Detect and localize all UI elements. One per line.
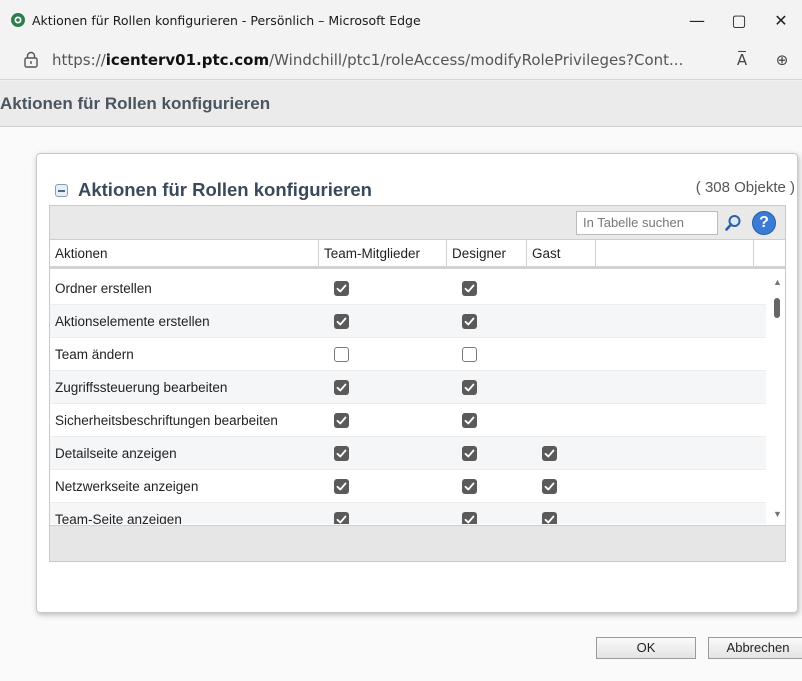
team-mitglieder-checkbox-unchecked[interactable]	[334, 346, 349, 362]
table-header-row: Aktionen Team-Mitglieder Designer Gast	[50, 240, 785, 269]
page-title: Aktionen für Rollen konfigurieren	[0, 93, 271, 113]
scroll-thumb[interactable]	[774, 298, 780, 318]
designer-checkbox-checked[interactable]	[462, 379, 477, 395]
gast-checkbox-checked[interactable]	[542, 445, 557, 461]
team-mitglieder-checkbox-checked[interactable]	[334, 412, 349, 428]
collapse-icon[interactable]	[55, 183, 68, 197]
action-name-cell: Team-Seite anzeigen	[55, 511, 182, 525]
column-header-team-mitglieder[interactable]: Team-Mitglieder	[319, 240, 447, 266]
object-count: ( 308 Objekte )	[695, 179, 795, 196]
team-mitglieder-checkbox-checked[interactable]	[334, 280, 349, 296]
designer-cell	[447, 511, 527, 524]
search-icon[interactable]	[721, 211, 745, 235]
vertical-scrollbar[interactable]: ▲ ▼	[769, 272, 785, 524]
gast-cell	[527, 511, 596, 524]
team-mitglieder-cell	[319, 313, 447, 329]
role-actions-panel: Aktionen für Rollen konfigurieren ( 308 …	[36, 153, 798, 613]
designer-cell	[447, 280, 527, 296]
action-name-cell: Aktionselemente erstellen	[55, 313, 210, 329]
window-title: Aktionen für Rollen konfigurieren - Pers…	[32, 12, 421, 28]
designer-cell	[447, 379, 527, 395]
table-row[interactable]: Team-Seite anzeigen	[50, 503, 766, 524]
cancel-button-label: Abbrechen	[726, 640, 790, 655]
designer-cell	[447, 445, 527, 461]
designer-checkbox-unchecked[interactable]	[462, 346, 477, 362]
windchill-app-icon	[10, 12, 26, 28]
team-mitglieder-cell	[319, 280, 447, 296]
designer-checkbox-checked[interactable]	[462, 313, 477, 329]
ok-button[interactable]: OK	[596, 637, 696, 659]
table-row[interactable]: Ordner erstellen	[50, 272, 766, 305]
team-mitglieder-cell	[319, 379, 447, 395]
column-header-filler	[754, 240, 785, 266]
browser-titlebar: Aktionen für Rollen konfigurieren - Pers…	[0, 0, 802, 40]
team-mitglieder-cell	[319, 445, 447, 461]
action-name-cell: Team ändern	[55, 346, 134, 362]
team-mitglieder-cell	[319, 412, 447, 428]
table-search-input[interactable]: In Tabelle suchen	[576, 211, 718, 235]
table-row[interactable]: Sicherheitsbeschriftungen bearbeiten	[50, 404, 766, 437]
designer-checkbox-checked[interactable]	[462, 511, 477, 524]
action-name-cell: Sicherheitsbeschriftungen bearbeiten	[55, 412, 278, 428]
table-footer	[50, 525, 785, 561]
zoom-icon[interactable]: ⊕	[762, 51, 802, 69]
cancel-button[interactable]: Abbrechen	[708, 637, 802, 659]
gast-cell	[527, 445, 596, 461]
action-name-cell: Netzwerkseite anzeigen	[55, 478, 199, 494]
close-button[interactable]: ✕	[760, 0, 802, 40]
ok-button-label: OK	[636, 640, 656, 655]
table-toolbar: In Tabelle suchen ?	[50, 206, 785, 240]
action-name-cell: Ordner erstellen	[55, 280, 152, 296]
team-mitglieder-cell	[319, 511, 447, 524]
page-header: Aktionen für Rollen konfigurieren	[0, 81, 802, 127]
designer-checkbox-checked[interactable]	[462, 478, 477, 494]
maximize-button[interactable]: ▢	[718, 0, 760, 40]
designer-cell	[447, 313, 527, 329]
minimize-button[interactable]: —	[676, 0, 718, 40]
url-field[interactable]: https://icenterv01.ptc.com/Windchill/ptc…	[52, 51, 722, 69]
column-header-aktionen[interactable]: Aktionen	[50, 240, 319, 266]
actions-table: In Tabelle suchen ? Aktionen Team-Mitgli…	[49, 205, 786, 562]
scroll-down-arrow-icon[interactable]: ▼	[773, 509, 782, 519]
gast-cell	[527, 478, 596, 494]
page-content: Aktionen für Rollen konfigurieren Aktion…	[0, 81, 802, 681]
panel-header: Aktionen für Rollen konfigurieren ( 308 …	[55, 176, 797, 204]
table-row[interactable]: Aktionselemente erstellen	[50, 305, 766, 338]
designer-checkbox-checked[interactable]	[462, 445, 477, 461]
read-aloud-icon[interactable]: A̅	[722, 51, 762, 69]
team-mitglieder-checkbox-checked[interactable]	[334, 445, 349, 461]
team-mitglieder-cell	[319, 478, 447, 494]
gast-checkbox-checked[interactable]	[542, 478, 557, 494]
team-mitglieder-checkbox-checked[interactable]	[334, 511, 349, 524]
table-body: Ordner erstellen Aktionselemente erstelle…	[50, 272, 766, 524]
team-mitglieder-checkbox-checked[interactable]	[334, 379, 349, 395]
designer-cell	[447, 346, 527, 362]
designer-checkbox-checked[interactable]	[462, 412, 477, 428]
table-row[interactable]: Detailseite anzeigen	[50, 437, 766, 470]
column-header-empty	[596, 240, 754, 266]
help-icon[interactable]: ?	[752, 211, 776, 235]
table-row[interactable]: Zugriffssteuerung bearbeiten	[50, 371, 766, 404]
action-name-cell: Detailseite anzeigen	[55, 445, 177, 461]
team-mitglieder-cell	[319, 346, 447, 362]
scroll-up-arrow-icon[interactable]: ▲	[773, 277, 782, 287]
designer-cell	[447, 478, 527, 494]
team-mitglieder-checkbox-checked[interactable]	[334, 313, 349, 329]
table-row[interactable]: Team ändern	[50, 338, 766, 371]
designer-cell	[447, 412, 527, 428]
panel-title: Aktionen für Rollen konfigurieren	[78, 179, 372, 200]
column-header-designer[interactable]: Designer	[447, 240, 527, 266]
site-info-icon[interactable]	[22, 51, 40, 69]
table-row[interactable]: Netzwerkseite anzeigen	[50, 470, 766, 503]
action-name-cell: Zugriffssteuerung bearbeiten	[55, 379, 228, 395]
team-mitglieder-checkbox-checked[interactable]	[334, 478, 349, 494]
address-bar[interactable]: https://icenterv01.ptc.com/Windchill/ptc…	[0, 40, 802, 80]
designer-checkbox-checked[interactable]	[462, 280, 477, 296]
column-header-gast[interactable]: Gast	[527, 240, 596, 266]
gast-checkbox-checked[interactable]	[542, 511, 557, 524]
